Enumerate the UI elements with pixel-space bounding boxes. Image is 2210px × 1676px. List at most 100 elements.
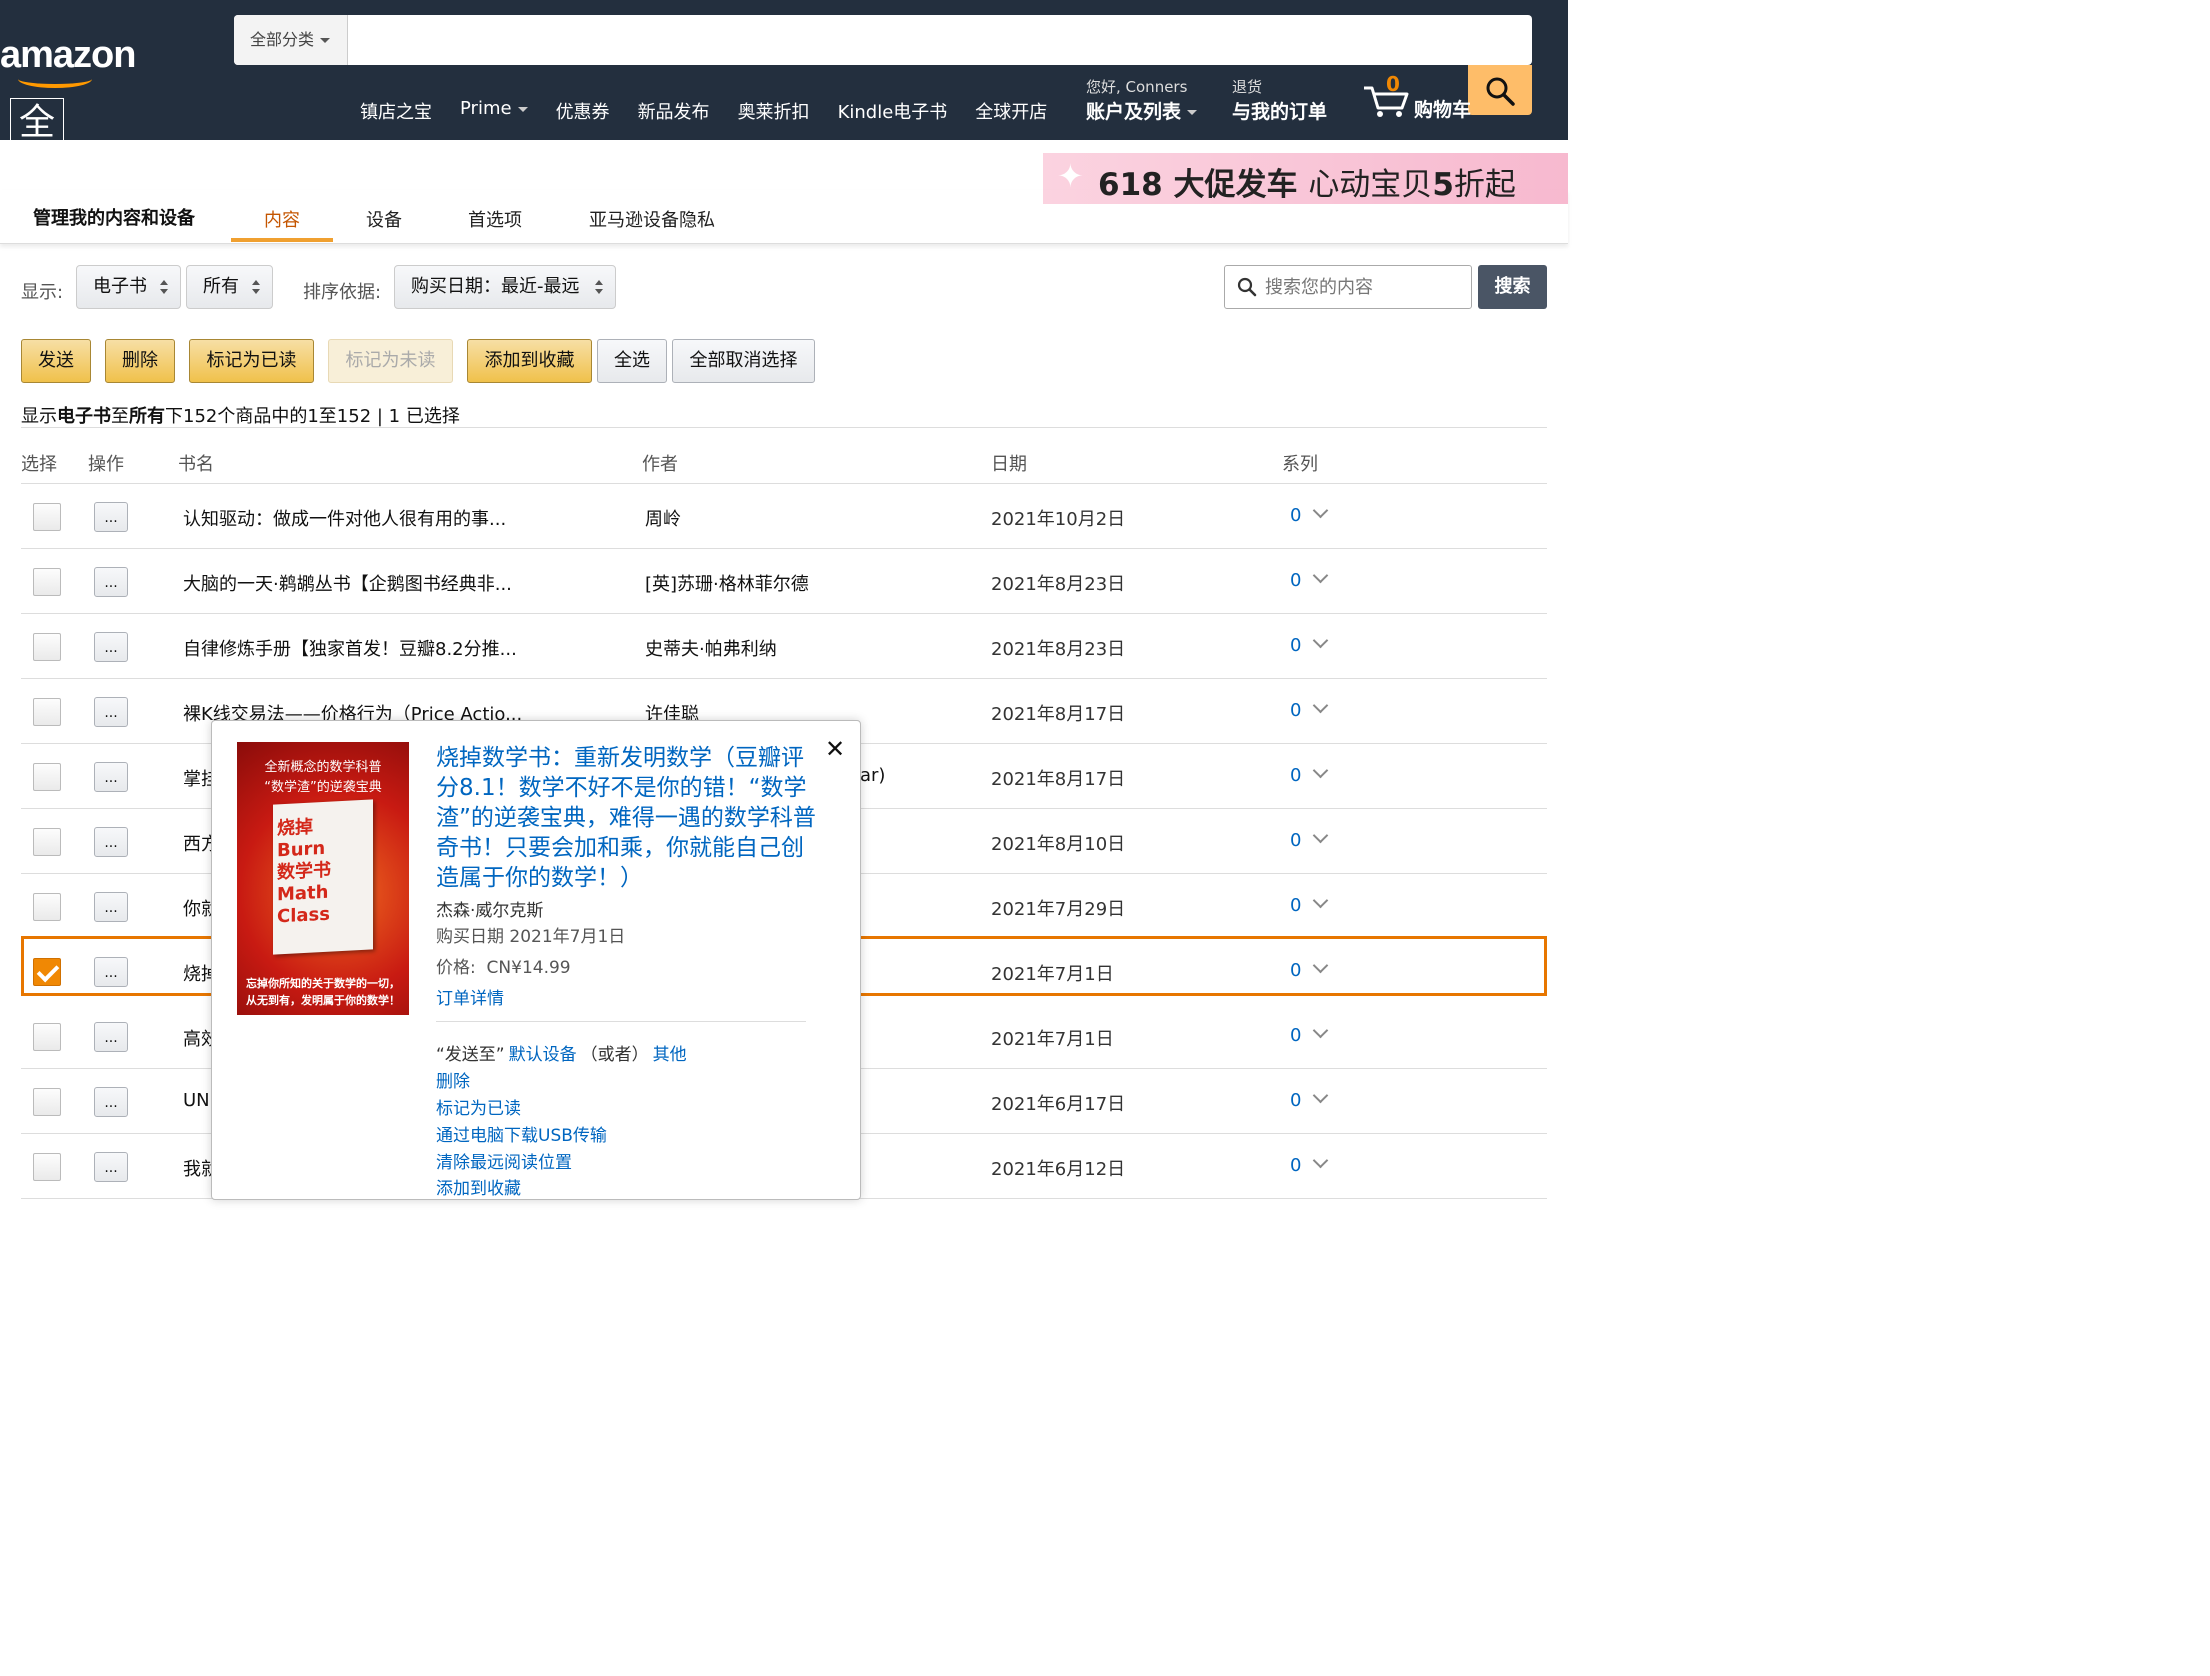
popover-book-title[interactable]: 烧掉数学书：重新发明数学（豆瓣评分8.1！数学不好不是你的错！“数学渣”的逆袭宝…: [436, 743, 816, 893]
nav-link-prime[interactable]: Prime: [446, 98, 542, 124]
row-checkbox[interactable]: [33, 827, 61, 856]
row-actions-button[interactable]: ...: [94, 891, 128, 922]
row-checkbox[interactable]: [33, 1022, 61, 1051]
select-arrows-icon: [252, 280, 260, 294]
default-device-link[interactable]: 默认设备: [509, 1045, 577, 1065]
nav-link-new-releases[interactable]: 新品发布: [624, 98, 724, 124]
row-actions-button[interactable]: ...: [94, 1086, 128, 1117]
row-series-count: 0: [1290, 1024, 1302, 1046]
select-all-button[interactable]: 全选: [597, 339, 667, 383]
row-series[interactable]: 0: [1290, 697, 1329, 721]
clear-reading-position-link[interactable]: 清除最远阅读位置: [436, 1148, 572, 1173]
row-series[interactable]: 0: [1290, 1087, 1329, 1111]
row-checkbox[interactable]: [33, 632, 61, 661]
content-search-field[interactable]: [1224, 265, 1472, 309]
chevron-down-icon: [1313, 1152, 1329, 1168]
account-label: 账户及列表: [1086, 101, 1182, 123]
mark-read-button[interactable]: 标记为已读: [189, 339, 314, 383]
popover-mark-read-link[interactable]: 标记为已读: [436, 1094, 521, 1119]
row-title[interactable]: 认知驱动：做成一件对他人很有用的事...: [183, 505, 506, 531]
header-search-button[interactable]: [1468, 65, 1532, 115]
column-header-author[interactable]: 作者: [642, 450, 678, 476]
cover-slogan: 忘掉你所知的关于数学的一切， 从无到有，发明属于你的数学！: [246, 977, 400, 1007]
row-actions-button[interactable]: ...: [94, 761, 128, 792]
nav-link-coupons[interactable]: 优惠券: [542, 98, 624, 124]
row-actions-button[interactable]: ...: [94, 501, 128, 532]
row-series[interactable]: 0: [1290, 892, 1329, 916]
tab-device-privacy[interactable]: 亚马逊设备隐私: [589, 206, 715, 232]
sort-select[interactable]: 购买日期：最近-最远: [394, 265, 616, 309]
add-to-collection-button[interactable]: 添加到收藏: [467, 339, 592, 383]
row-actions-button[interactable]: ...: [94, 631, 128, 662]
tab-content[interactable]: 内容: [264, 206, 300, 232]
row-checkbox[interactable]: [33, 502, 61, 531]
row-author: 史蒂夫·帕弗利纳: [645, 638, 777, 660]
header-search-input[interactable]: [234, 15, 1532, 65]
nav-link-global-selling[interactable]: 全球开店: [961, 98, 1061, 124]
tab-devices[interactable]: 设备: [366, 206, 402, 232]
mark-unread-button[interactable]: 标记为未读: [328, 339, 453, 383]
cover-tagline: 全新概念的数学科普 “数学渣”的逆袭宝典: [264, 760, 382, 795]
column-header-date[interactable]: 日期: [991, 450, 1027, 476]
row-checkbox[interactable]: [33, 762, 61, 791]
deselect-all-button[interactable]: 全部取消选择: [672, 339, 815, 383]
content-type-select[interactable]: 电子书: [76, 265, 181, 309]
send-button[interactable]: 发送: [21, 339, 91, 383]
row-title[interactable]: 大脑的一天·鹈鹕丛书【企鹅图书经典非...: [183, 570, 512, 596]
row-date: 2021年6月17日: [991, 1093, 1126, 1115]
row-actions-button[interactable]: ...: [94, 826, 128, 857]
close-icon[interactable]: ✕: [825, 735, 845, 763]
order-details-link[interactable]: 订单详情: [436, 984, 504, 1009]
row-series[interactable]: 0: [1290, 632, 1329, 656]
row-checkbox[interactable]: [33, 957, 61, 986]
usb-transfer-link[interactable]: 通过电脑下载USB传输: [436, 1121, 607, 1146]
orders-link[interactable]: 退货 与我的订单: [1232, 76, 1327, 124]
content-search-input[interactable]: [1265, 274, 1465, 300]
popover-delete-link[interactable]: 删除: [436, 1067, 470, 1092]
row-checkbox[interactable]: [33, 567, 61, 596]
row-actions-button[interactable]: ...: [94, 1151, 128, 1182]
row-author: [英]苏珊·格林菲尔德: [645, 573, 809, 595]
row-actions-button[interactable]: ...: [94, 696, 128, 727]
nav-link-kindle[interactable]: Kindle电子书: [824, 98, 962, 124]
scope-select[interactable]: 所有: [186, 265, 273, 309]
category-dropdown[interactable]: 全部分类: [234, 15, 348, 65]
other-device-link[interactable]: 其他: [653, 1045, 687, 1065]
row-series[interactable]: 0: [1290, 762, 1329, 786]
row-title[interactable]: UN: [183, 1090, 210, 1111]
nav-link-deals[interactable]: 镇店之宝: [346, 98, 446, 124]
row-series[interactable]: 0: [1290, 502, 1329, 526]
row-date: 2021年8月17日: [991, 768, 1126, 790]
popover-add-collection-link[interactable]: 添加到收藏: [436, 1174, 521, 1199]
divider: [21, 483, 1547, 484]
column-header-title[interactable]: 书名: [178, 450, 214, 476]
amazon-smile-icon: [18, 70, 92, 88]
book-cover-image[interactable]: 全新概念的数学科普 “数学渣”的逆袭宝典 烧掉 Burn 数学书 Math Cl…: [237, 742, 409, 1015]
nav-link-outlet[interactable]: 奥莱折扣: [724, 98, 824, 124]
row-checkbox[interactable]: [33, 1152, 61, 1181]
row-series[interactable]: 0: [1290, 827, 1329, 851]
row-series[interactable]: 0: [1290, 957, 1329, 981]
orders-label: 与我的订单: [1232, 101, 1328, 123]
row-checkbox[interactable]: [33, 697, 61, 726]
cart-label[interactable]: 购物车: [1414, 95, 1471, 122]
account-menu[interactable]: 您好, Conners 账户及列表: [1086, 76, 1198, 124]
select-arrows-icon: [595, 280, 603, 294]
row-actions-button[interactable]: ...: [94, 1021, 128, 1052]
row-series[interactable]: 0: [1290, 1022, 1329, 1046]
row-actions-button[interactable]: ...: [94, 956, 128, 987]
row-checkbox[interactable]: [33, 892, 61, 921]
send-to-row: “发送至” 默认设备 （或者） 其他: [436, 1040, 691, 1065]
row-series[interactable]: 0: [1290, 1152, 1329, 1176]
content-search-button[interactable]: 搜索: [1478, 265, 1547, 309]
row-actions-button[interactable]: ...: [94, 566, 128, 597]
cover-book-graphic: 烧掉 Burn 数学书 Math Class: [273, 799, 373, 955]
row-series[interactable]: 0: [1290, 567, 1329, 591]
tab-preferences[interactable]: 首选项: [468, 206, 522, 232]
row-title[interactable]: 自律修炼手册【独家首发！豆瓣8.2分推...: [183, 635, 517, 661]
cart-icon[interactable]: [1362, 84, 1410, 118]
summary-scope: 所有: [129, 406, 165, 427]
delete-button[interactable]: 删除: [105, 339, 175, 383]
row-checkbox[interactable]: [33, 1087, 61, 1116]
logo-badge[interactable]: 全: [10, 98, 64, 148]
